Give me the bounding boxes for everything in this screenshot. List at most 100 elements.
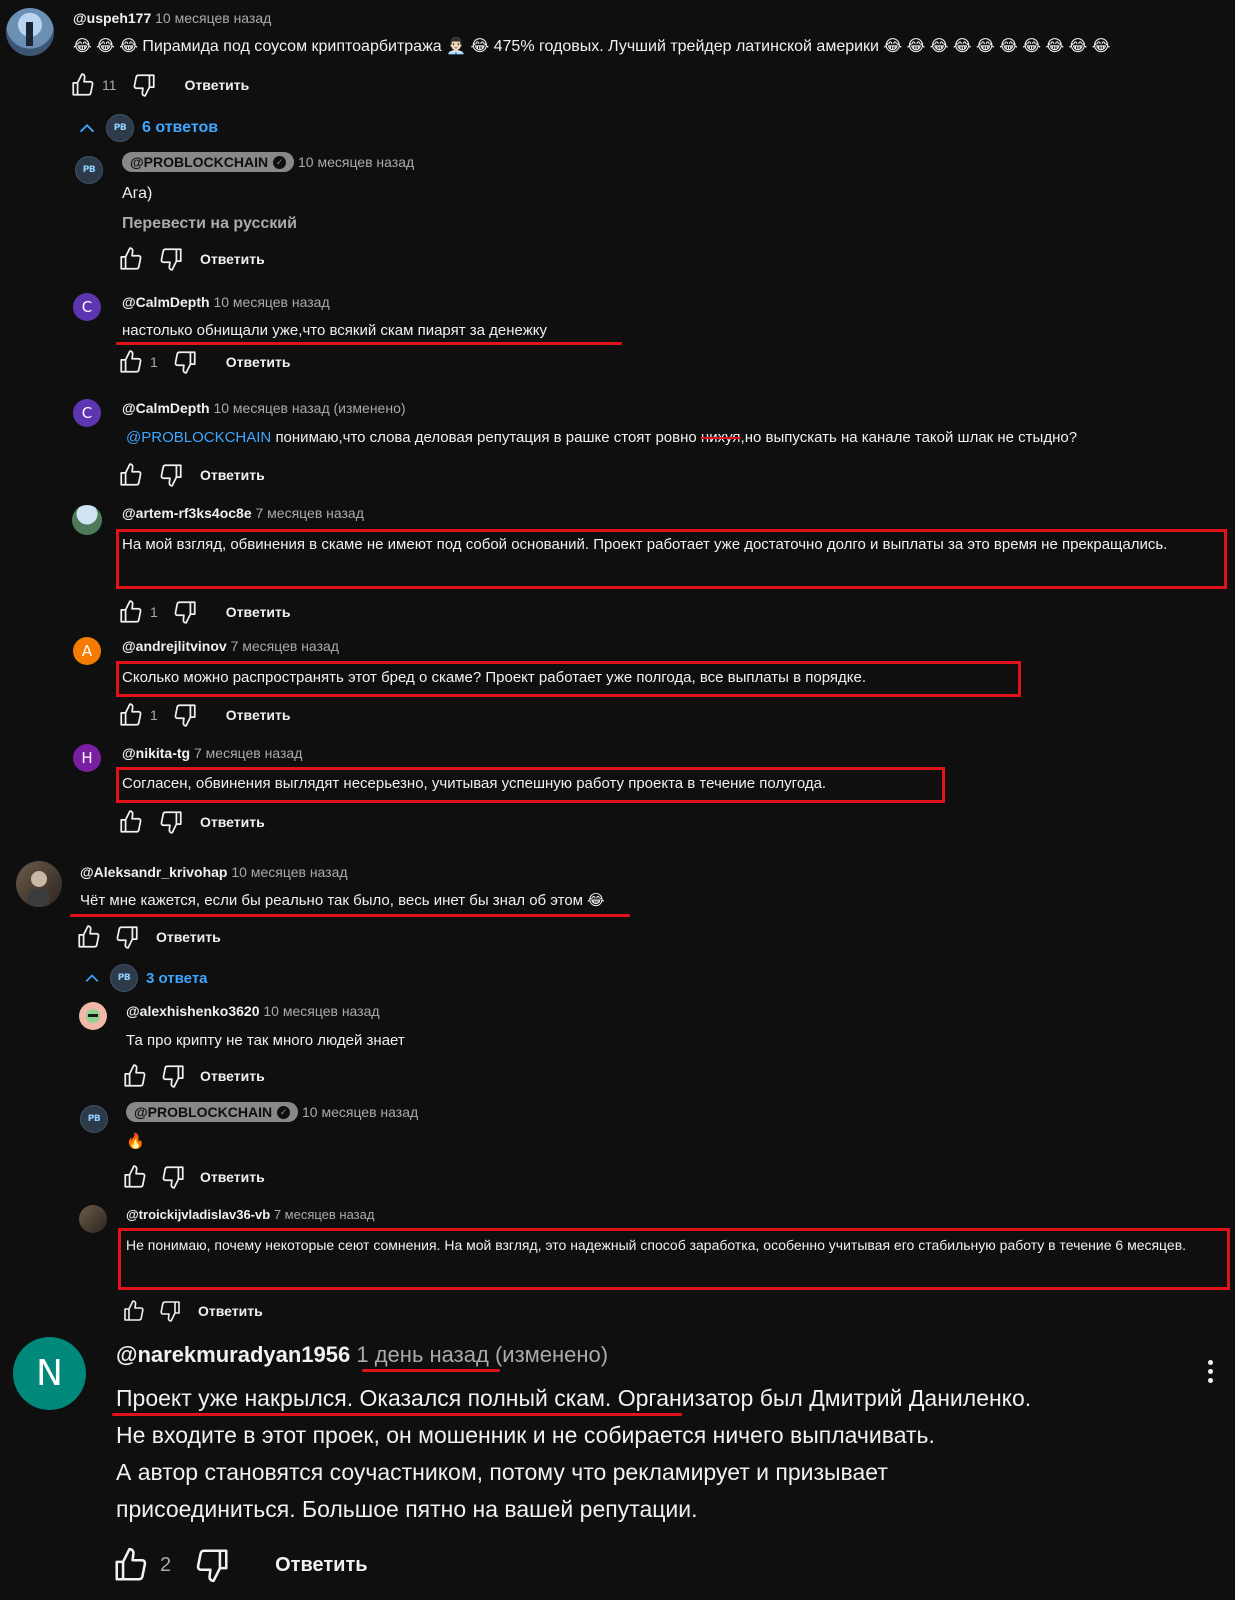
comment-author[interactable]: @troickijvladislav36-vb xyxy=(126,1207,270,1222)
comment-timestamp[interactable]: 10 месяцев назад xyxy=(155,10,271,26)
comment-timestamp[interactable]: 10 месяцев назад xyxy=(213,294,329,310)
replies-count: 6 ответов xyxy=(142,119,219,136)
comment-timestamp[interactable]: 10 месяцев назад xyxy=(263,1003,379,1019)
replies-toggle[interactable]: PB 6 ответов xyxy=(76,114,218,142)
dislike-button[interactable] xyxy=(158,462,184,488)
avatar[interactable]: A xyxy=(73,637,101,665)
avatar[interactable] xyxy=(79,1205,107,1233)
comment-timestamp[interactable]: 10 месяцев назад (изменено) xyxy=(213,400,405,416)
reply-button[interactable]: Ответить xyxy=(226,354,291,370)
like-button[interactable] xyxy=(122,1164,148,1190)
thumb-up-icon xyxy=(118,349,144,375)
thumb-down-icon xyxy=(160,1164,186,1190)
comment-text: @PROBLOCKCHAIN понимаю,что слова деловая… xyxy=(126,426,1077,450)
comment-author[interactable]: @CalmDepth xyxy=(122,294,210,310)
like-button[interactable] xyxy=(118,809,144,835)
like-button[interactable] xyxy=(118,246,144,272)
like-button[interactable] xyxy=(118,702,144,728)
dislike-button[interactable] xyxy=(172,702,198,728)
like-button[interactable] xyxy=(76,924,102,950)
reply-button[interactable]: Ответить xyxy=(156,929,221,945)
more-vert-icon[interactable] xyxy=(1208,1360,1213,1383)
reply-button[interactable]: Ответить xyxy=(200,814,265,830)
reply-button[interactable]: Ответить xyxy=(226,707,291,723)
comment-timestamp[interactable]: 1 день назад xyxy=(356,1342,488,1367)
comment-actions: 11 Ответить xyxy=(70,72,249,98)
comment-author[interactable]: @narekmuradyan1956 xyxy=(116,1342,350,1367)
translate-link[interactable]: Перевести на русский xyxy=(122,212,297,236)
thumb-down-icon xyxy=(131,72,157,98)
dislike-button[interactable] xyxy=(158,809,184,835)
avatar[interactable] xyxy=(79,1002,107,1030)
avatar-letter: H xyxy=(81,749,93,767)
comment-author[interactable]: @nikita-tg xyxy=(122,745,190,761)
thumb-up-icon xyxy=(118,809,144,835)
reply-button[interactable]: Ответить xyxy=(275,1554,367,1577)
creator-badge[interactable]: @PROBLOCKCHAIN ✓ xyxy=(122,152,295,172)
like-button[interactable] xyxy=(112,1546,150,1584)
avatar[interactable] xyxy=(72,505,102,535)
thumb-down-icon xyxy=(193,1546,231,1584)
avatar[interactable]: N xyxy=(13,1337,86,1410)
reply-button[interactable]: Ответить xyxy=(200,1169,265,1185)
thumb-down-icon xyxy=(158,809,184,835)
avatar[interactable]: PB xyxy=(80,1105,108,1133)
dislike-button[interactable] xyxy=(131,72,157,98)
reply-button[interactable]: Ответить xyxy=(226,604,291,620)
comment-timestamp[interactable]: 7 месяцев назад xyxy=(274,1207,375,1222)
dislike-button[interactable] xyxy=(114,924,140,950)
comment-author[interactable]: @artem-rf3ks4oc8e xyxy=(122,505,252,521)
avatar[interactable]: C xyxy=(73,399,101,427)
comment-actions: Ответить xyxy=(118,246,265,272)
dislike-button[interactable] xyxy=(172,349,198,375)
like-button[interactable] xyxy=(70,72,96,98)
comment-actions: Ответить xyxy=(122,1299,263,1323)
comment-timestamp[interactable]: 7 месяцев назад xyxy=(231,638,339,654)
comment-author[interactable]: @andrejlitvinov xyxy=(122,638,227,654)
avatar[interactable]: C xyxy=(73,293,101,321)
thumb-down-icon xyxy=(172,349,198,375)
comment-timestamp[interactable]: 7 месяцев назад xyxy=(194,745,302,761)
reply-button[interactable]: Ответить xyxy=(200,467,265,483)
comment-text: 🔥 xyxy=(126,1133,145,1150)
avatar[interactable]: PB xyxy=(75,156,103,184)
like-button[interactable] xyxy=(118,462,144,488)
like-count: 1 xyxy=(150,354,158,370)
comment-text: Чёт мне кажется, если бы реально так был… xyxy=(80,892,605,909)
comment-timestamp[interactable]: 7 месяцев назад xyxy=(256,505,364,521)
dislike-button[interactable] xyxy=(172,599,198,625)
avatar[interactable] xyxy=(16,861,62,907)
comment-timestamp[interactable]: 10 месяцев назад xyxy=(302,1104,418,1120)
reply-button[interactable]: Ответить xyxy=(198,1303,263,1319)
comment-timestamp[interactable]: 10 месяцев назад xyxy=(231,864,347,880)
reply-button[interactable]: Ответить xyxy=(200,1068,265,1084)
comment-line-1: Проект уже накрылся. Оказался полный ска… xyxy=(116,1380,1031,1417)
mention-link[interactable]: @PROBLOCKCHAIN xyxy=(126,429,271,446)
comment-author[interactable]: @alexhishenko3620 xyxy=(126,1003,260,1019)
dislike-button[interactable] xyxy=(193,1546,231,1584)
like-button[interactable] xyxy=(118,599,144,625)
dislike-button[interactable] xyxy=(160,1164,186,1190)
reply-button[interactable]: Ответить xyxy=(185,77,250,93)
creator-badge[interactable]: @PROBLOCKCHAIN ✓ xyxy=(126,1102,299,1122)
comment-text: 😂 😂 😂 Пирамида под соусом криптоарбитраж… xyxy=(73,38,1111,55)
red-underline xyxy=(116,342,622,345)
comment-author[interactable]: @Aleksandr_krivohap xyxy=(80,864,228,880)
comment-text: Сколько можно распространять этот бред о… xyxy=(122,669,866,686)
dislike-button[interactable] xyxy=(160,1063,186,1089)
dislike-button[interactable] xyxy=(158,246,184,272)
like-button[interactable] xyxy=(122,1063,148,1089)
like-button[interactable] xyxy=(122,1299,146,1323)
comment-author[interactable]: @uspeh177 xyxy=(73,10,151,26)
dislike-button[interactable] xyxy=(158,1299,182,1323)
avatar[interactable] xyxy=(6,8,54,56)
avatar[interactable]: H xyxy=(73,744,101,772)
like-button[interactable] xyxy=(118,349,144,375)
thumb-up-icon xyxy=(122,1299,146,1323)
comment-line-3: А автор становятся соучастником, потому … xyxy=(116,1459,888,1485)
comment-author[interactable]: @CalmDepth xyxy=(122,400,210,416)
like-count: 1 xyxy=(150,604,158,620)
replies-toggle[interactable]: PB 3 ответа xyxy=(82,964,208,992)
comment-timestamp[interactable]: 10 месяцев назад xyxy=(298,154,414,170)
reply-button[interactable]: Ответить xyxy=(200,251,265,267)
